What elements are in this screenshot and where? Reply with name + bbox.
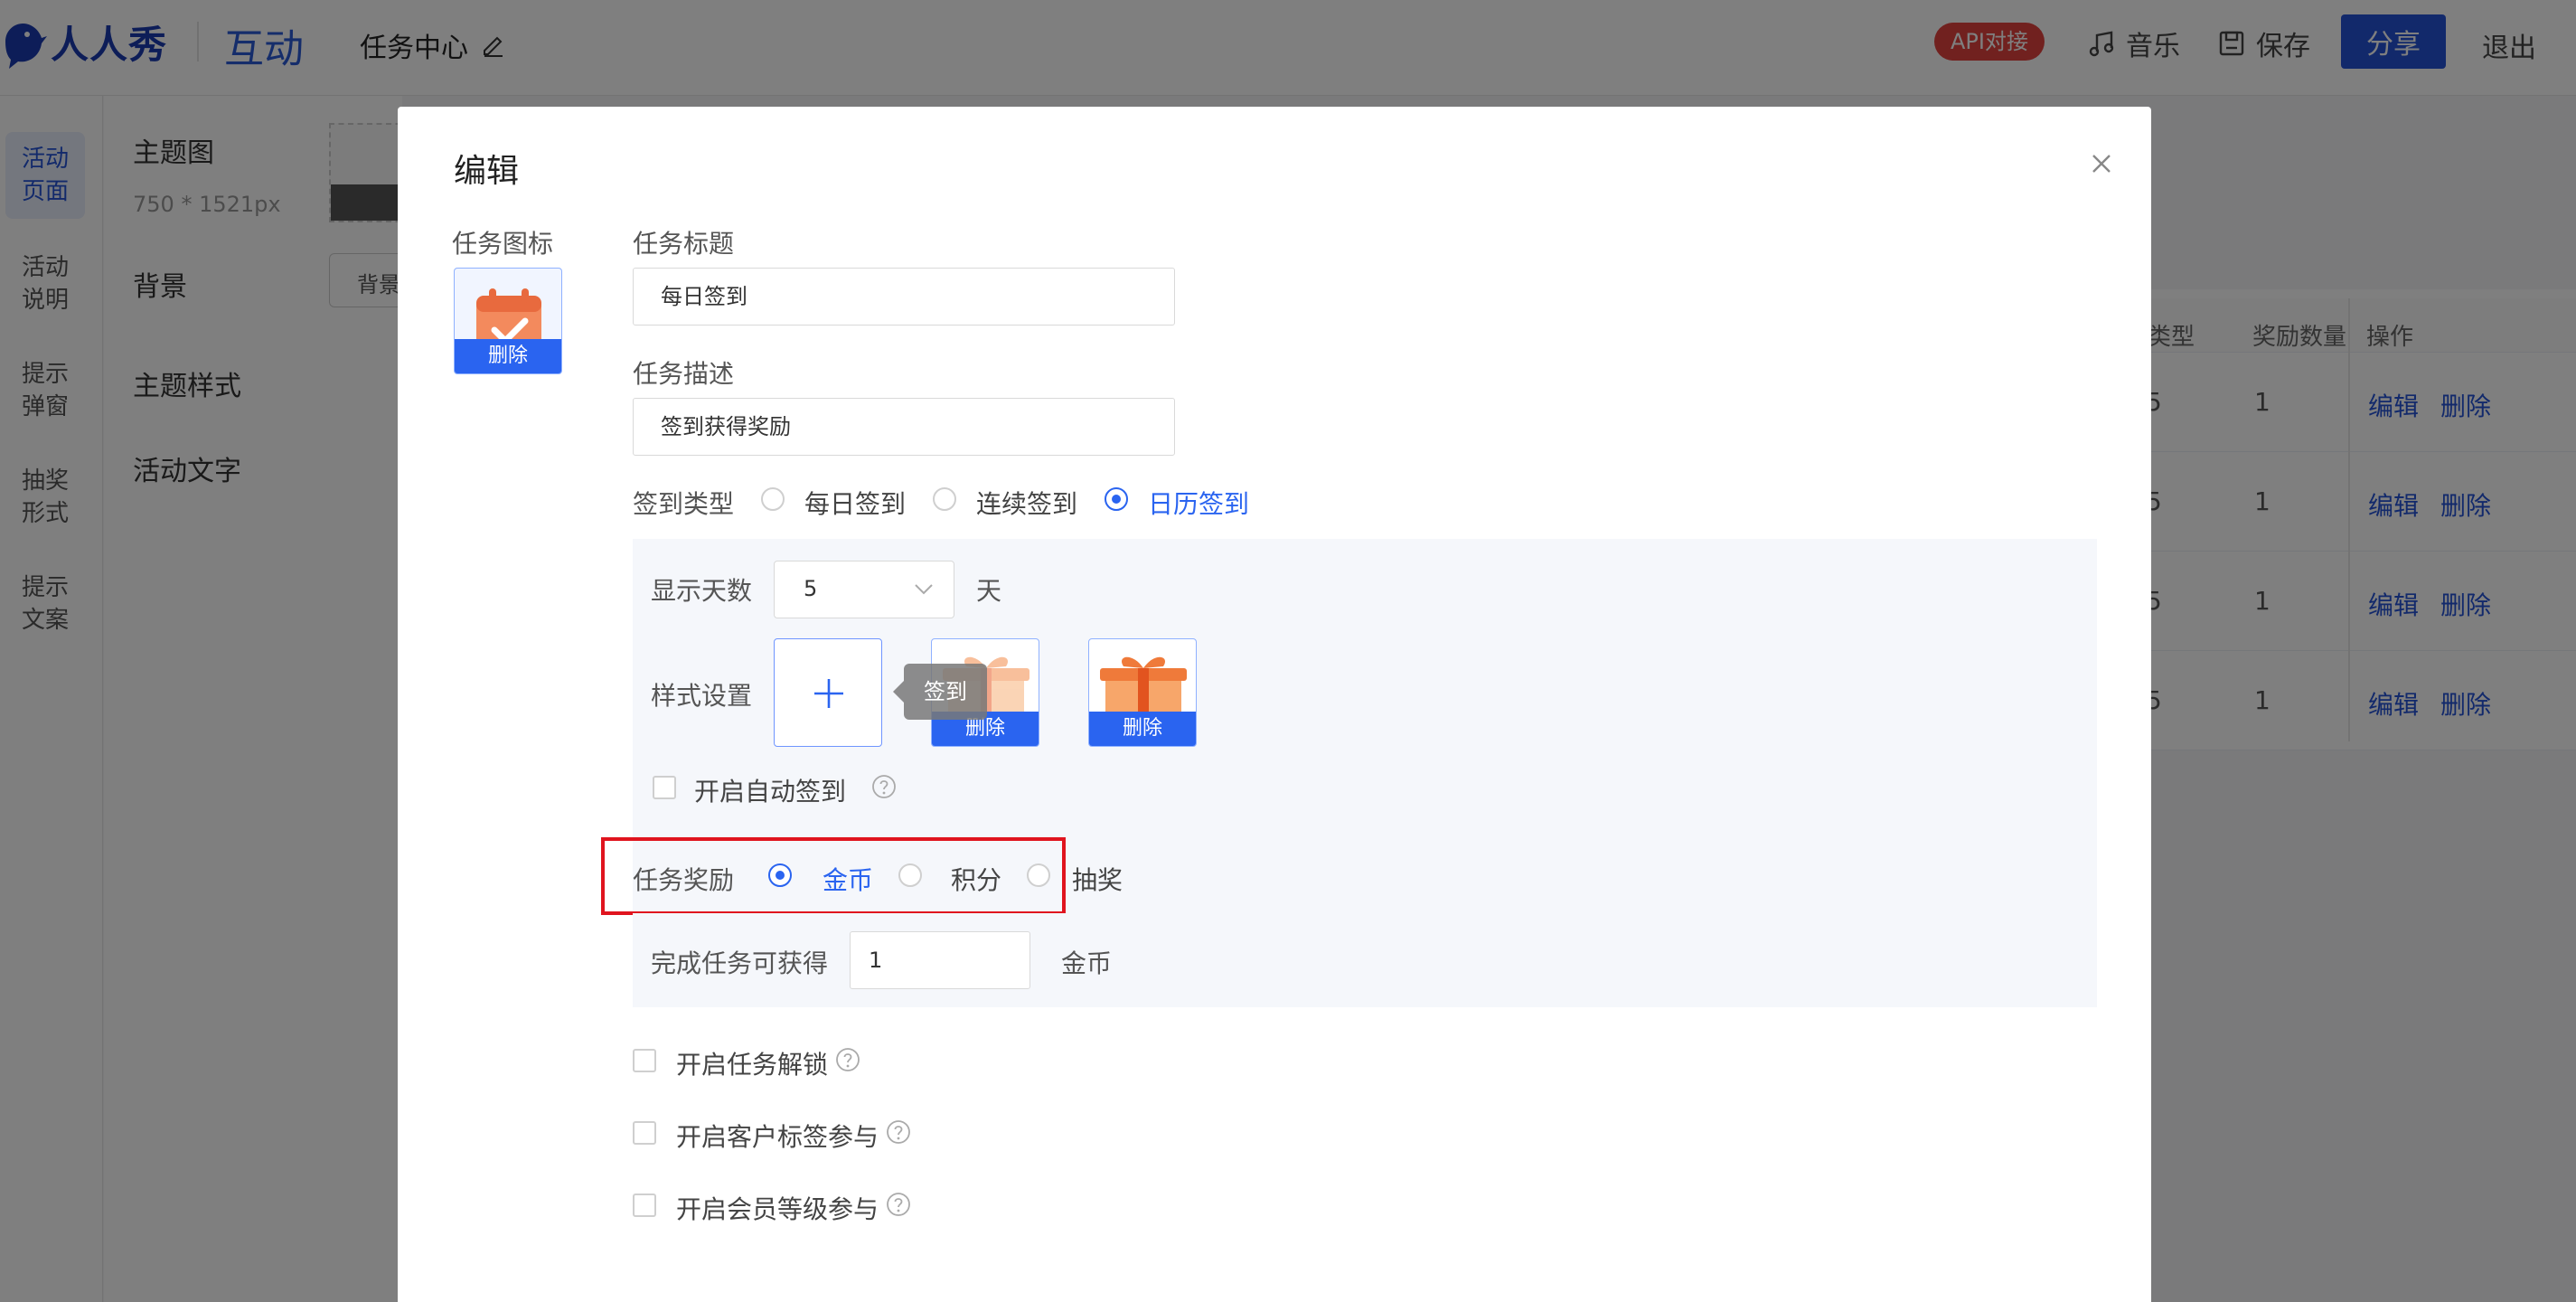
gift-box-icon bbox=[1100, 656, 1187, 713]
task-title-input[interactable]: 每日签到 bbox=[633, 268, 1175, 326]
help-icon[interactable] bbox=[835, 1047, 860, 1072]
add-style-button[interactable] bbox=[774, 638, 882, 747]
plus-icon bbox=[814, 679, 843, 708]
gift-style-thumb[interactable]: 删除 bbox=[1088, 638, 1197, 747]
radio-label[interactable]: 连续签到 bbox=[976, 485, 1077, 521]
radio-daily-signin[interactable] bbox=[761, 487, 785, 511]
close-icon[interactable] bbox=[2088, 150, 2115, 177]
delete-style-button[interactable]: 删除 bbox=[1089, 712, 1196, 746]
customer-tag-checkbox[interactable] bbox=[633, 1121, 656, 1145]
radio-calendar-signin[interactable] bbox=[1105, 487, 1128, 511]
reward-amount-input[interactable]: 1 bbox=[850, 931, 1030, 989]
signin-tooltip: 签到 bbox=[893, 664, 987, 720]
task-desc-input[interactable]: 签到获得奖励 bbox=[633, 398, 1175, 456]
radio-label[interactable]: 抽奖 bbox=[1072, 861, 1123, 897]
help-icon[interactable] bbox=[871, 774, 897, 799]
customer-tag-label[interactable]: 开启客户标签参与 bbox=[676, 1118, 879, 1154]
task-unlock-checkbox[interactable] bbox=[633, 1049, 656, 1072]
display-days-select[interactable]: 5 bbox=[774, 561, 954, 618]
display-days-label: 显示天数 bbox=[651, 576, 753, 606]
auto-signin-label[interactable]: 开启自动签到 bbox=[694, 772, 846, 808]
task-desc-label: 任务描述 bbox=[633, 359, 735, 389]
edit-task-dialog: 编辑 任务图标 删除 任务标题 每日签到 任务描述 签到获得奖励 签到类型 每日… bbox=[398, 107, 2151, 1302]
task-unlock-label[interactable]: 开启任务解锁 bbox=[676, 1045, 828, 1081]
chevron-down-icon bbox=[915, 584, 933, 595]
task-icon-label: 任务图标 bbox=[452, 229, 554, 259]
radio-continuous-signin[interactable] bbox=[933, 487, 956, 511]
radio-label[interactable]: 日历签到 bbox=[1148, 485, 1249, 521]
complete-task-label: 完成任务可获得 bbox=[651, 948, 829, 978]
reward-unit: 金币 bbox=[1061, 948, 1113, 978]
select-value: 5 bbox=[804, 576, 818, 601]
task-title-label: 任务标题 bbox=[633, 229, 735, 259]
delete-icon-button[interactable]: 删除 bbox=[455, 339, 561, 373]
auto-signin-checkbox[interactable] bbox=[653, 776, 676, 799]
member-level-label[interactable]: 开启会员等级参与 bbox=[676, 1190, 879, 1226]
style-settings-label: 样式设置 bbox=[651, 681, 753, 711]
highlight-box bbox=[601, 837, 1066, 915]
radio-label[interactable]: 每日签到 bbox=[804, 485, 906, 521]
help-icon[interactable] bbox=[886, 1192, 911, 1217]
signin-type-label: 签到类型 bbox=[633, 489, 735, 519]
task-icon-upload[interactable]: 删除 bbox=[454, 268, 562, 374]
help-icon[interactable] bbox=[886, 1119, 911, 1145]
member-level-checkbox[interactable] bbox=[633, 1194, 656, 1217]
dialog-title: 编辑 bbox=[454, 153, 520, 190]
display-days-unit: 天 bbox=[976, 576, 1002, 606]
